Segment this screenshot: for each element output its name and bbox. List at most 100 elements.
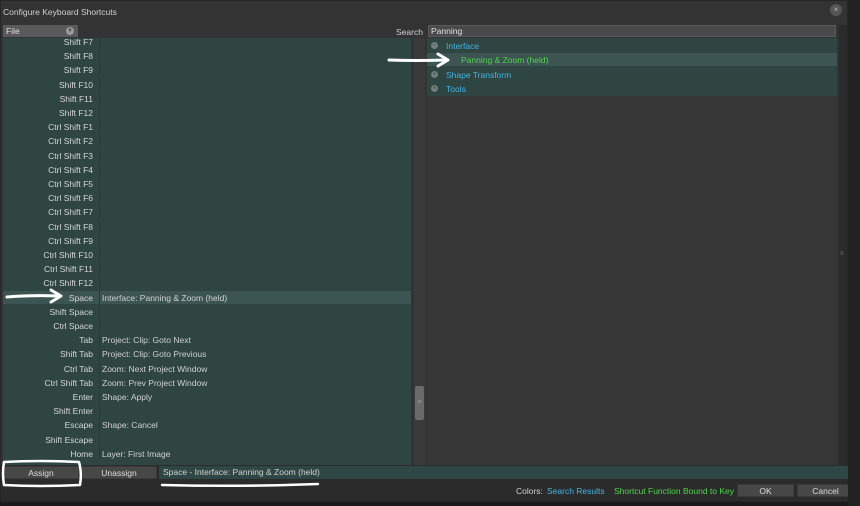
shortcut-row[interactable]: Ctrl Shift F3 xyxy=(3,148,411,162)
shortcut-key: Shift Space xyxy=(49,306,93,317)
shortcut-row[interactable]: Ctrl Shift F6 xyxy=(3,191,411,205)
shortcut-row[interactable]: Shift Escape xyxy=(3,432,411,446)
shortcut-row[interactable]: Shift F9 xyxy=(3,63,411,77)
shortcut-row[interactable]: Ctrl Tab Zoom: Next Project Window xyxy=(3,361,411,375)
shortcut-row[interactable]: Ctrl Shift F8 xyxy=(3,219,411,233)
shortcut-row[interactable]: Shift F8 xyxy=(3,49,411,63)
shortcut-action: Zoom: Next Project Window xyxy=(102,363,208,374)
collapse-icon[interactable]: − xyxy=(431,42,438,49)
tree-node[interactable]: Panning & Zoom (held) xyxy=(427,53,837,67)
shortcut-row[interactable]: Ctrl Shift F5 xyxy=(3,177,411,190)
shortcut-row[interactable]: Ctrl Space xyxy=(3,319,411,332)
search-input[interactable] xyxy=(428,25,836,37)
shortcut-row[interactable]: Ctrl Shift F7 xyxy=(3,205,411,219)
column-divider xyxy=(99,276,100,290)
column-divider xyxy=(99,304,100,318)
column-divider xyxy=(99,290,100,304)
shortcut-row[interactable]: Shift F11 xyxy=(3,91,411,105)
scrollbar-thumb[interactable]: ≡ xyxy=(415,386,424,420)
column-divider xyxy=(99,205,100,219)
shortcut-row[interactable]: Ctrl Shift F2 xyxy=(3,134,411,148)
shortcut-key: Shift F10 xyxy=(58,79,93,90)
legend-bound: Shortcut Function Bound to Key xyxy=(614,486,735,496)
shortcut-row[interactable]: Ctrl Shift F12 xyxy=(3,276,411,290)
column-divider xyxy=(99,162,100,176)
function-tree[interactable]: − Interface Panning & Zoom (held) + Shape Tr… xyxy=(427,38,837,96)
tree-node-label: Panning & Zoom (held) xyxy=(461,55,549,66)
shortcut-key: Ctrl Shift F4 xyxy=(48,164,93,175)
shortcut-action: Project: Clip: Goto Previous xyxy=(102,349,207,360)
shortcut-row[interactable]: Home Layer: First Image xyxy=(3,446,411,460)
column-divider xyxy=(99,191,100,205)
shortcut-row[interactable]: Ctrl Shift Tab Zoom: Prev Project Window xyxy=(3,375,411,389)
shortcut-key: Escape xyxy=(64,420,93,431)
column-divider xyxy=(99,390,100,403)
shortcut-key: Shift F11 xyxy=(59,93,93,104)
tree-node-label: Shape Transform xyxy=(446,69,512,80)
dialog-title: Configure Keyboard Shortcuts xyxy=(3,7,117,17)
shortcut-key: Ctrl Shift F2 xyxy=(48,136,93,147)
shortcut-key: Ctrl Shift F6 xyxy=(48,193,93,204)
colors-label: Colors: xyxy=(516,486,543,496)
ok-button[interactable]: OK xyxy=(737,484,794,497)
shortcut-key: Ctrl Shift F9 xyxy=(48,235,93,246)
shortcut-action: Shape: Cancel xyxy=(102,420,158,431)
column-divider xyxy=(99,319,100,332)
shortcut-key: Tab xyxy=(79,335,93,346)
shortcut-row[interactable]: Ctrl Shift F9 xyxy=(3,233,411,247)
category-select[interactable]: File ▼ xyxy=(3,25,78,37)
shortcut-key: Space xyxy=(68,292,93,303)
chevron-down-icon: ▼ xyxy=(66,27,74,35)
shortcut-list[interactable]: Shift F7 Shift F8 Shift F9 Shift F10 Shift F… xyxy=(3,38,411,465)
shortcuts-dialog: Configure Keyboard Shortcuts × File ▼ Se… xyxy=(0,0,854,502)
shortcut-row[interactable]: Shift Enter xyxy=(3,404,411,418)
column-divider xyxy=(99,77,100,91)
tree-node-label: Tools xyxy=(446,83,466,94)
search-label: Search xyxy=(396,27,423,37)
assign-button[interactable]: Assign xyxy=(3,466,79,479)
column-divider xyxy=(99,63,100,77)
shortcut-row[interactable]: Shift F12 xyxy=(3,106,411,119)
column-divider xyxy=(99,404,100,418)
shortcut-key: Shift Enter xyxy=(53,406,93,417)
shortcut-row[interactable]: Shift Tab Project: Clip: Goto Previous xyxy=(3,347,411,361)
shortcut-row[interactable]: Enter Shape: Apply xyxy=(3,390,411,403)
shortcut-key: Ctrl Shift F8 xyxy=(48,221,93,232)
shortcut-row[interactable]: Space Interface: Panning & Zoom (held) xyxy=(3,290,411,304)
shortcut-action: Interface: Panning & Zoom (held) xyxy=(102,292,228,303)
close-icon[interactable]: × xyxy=(830,4,842,16)
unassign-button[interactable]: Unassign xyxy=(81,466,157,479)
column-divider xyxy=(99,248,100,261)
shortcut-row[interactable]: Ctrl Shift F4 xyxy=(3,162,411,176)
column-divider xyxy=(99,38,100,48)
shortcut-row[interactable]: Ctrl Shift F10 xyxy=(3,248,411,261)
tree-node[interactable]: + Tools xyxy=(427,82,837,95)
shortcut-row[interactable]: Escape Shape: Cancel xyxy=(3,418,411,432)
shortcut-row[interactable]: Tab Project: Clip: Goto Next xyxy=(3,333,411,347)
shortcut-key: Ctrl Tab xyxy=(63,363,93,374)
function-tree-empty-area xyxy=(427,96,837,465)
column-divider xyxy=(99,446,100,460)
shortcut-row[interactable]: Ctrl Shift F1 xyxy=(3,120,411,134)
shortcut-row[interactable]: Ctrl Shift F11 xyxy=(3,262,411,276)
shortcut-action: Zoom: Prev Project Window xyxy=(102,377,208,388)
expand-icon[interactable]: + xyxy=(431,70,438,78)
expand-icon[interactable]: + xyxy=(431,84,438,92)
cancel-button[interactable]: Cancel xyxy=(797,484,854,497)
tree-node[interactable]: + Shape Transform xyxy=(427,68,837,81)
shortcut-key: Ctrl Shift F5 xyxy=(48,179,93,189)
right-scrollbar[interactable]: ≡ xyxy=(839,25,847,465)
shortcut-key: Shift Escape xyxy=(45,434,93,445)
column-divider xyxy=(99,233,100,247)
tree-node-label: Interface xyxy=(446,41,480,51)
shortcut-key: Enter xyxy=(72,392,93,402)
list-scrollbar[interactable]: ≡ xyxy=(414,38,425,465)
shortcut-row[interactable]: Shift Space xyxy=(3,304,411,318)
column-divider xyxy=(99,418,100,432)
column-divider xyxy=(99,347,100,361)
shortcut-row[interactable]: Shift F10 xyxy=(3,77,411,91)
shortcut-row[interactable]: Shift F7 xyxy=(3,38,411,48)
shortcut-key: Ctrl Shift F10 xyxy=(43,250,93,260)
shortcut-action: Layer: First Image xyxy=(102,448,171,459)
tree-node[interactable]: − Interface xyxy=(427,39,837,52)
